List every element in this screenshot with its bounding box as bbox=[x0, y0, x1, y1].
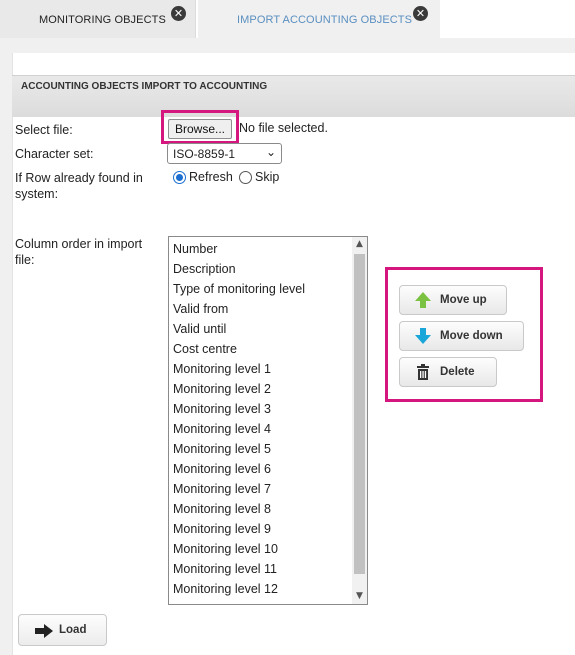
list-item[interactable]: Account 1 bbox=[173, 599, 305, 604]
move-up-button[interactable]: Move up bbox=[399, 285, 507, 315]
list-item[interactable]: Monitoring level 9 bbox=[173, 519, 305, 539]
list-item[interactable]: Number bbox=[173, 239, 305, 259]
list-item[interactable]: Monitoring level 5 bbox=[173, 439, 305, 459]
load-button[interactable]: Load bbox=[18, 614, 107, 646]
refresh-radio-label: Refresh bbox=[189, 170, 233, 184]
column-order-label-cont: file: bbox=[15, 253, 35, 267]
tab-import-accounting-objects[interactable]: IMPORT ACCOUNTING OBJECTS ✕ bbox=[198, 0, 440, 38]
arrow-right-icon bbox=[35, 624, 53, 638]
scroll-down-icon[interactable]: ▼ bbox=[352, 589, 367, 604]
close-icon[interactable]: ✕ bbox=[413, 6, 428, 21]
list-item[interactable]: Valid from bbox=[173, 299, 305, 319]
file-status: No file selected. bbox=[239, 121, 328, 135]
tab-bar: MONITORING OBJECTS ✕ IMPORT ACCOUNTING O… bbox=[0, 0, 575, 38]
column-order-label: Column order in import bbox=[15, 237, 143, 251]
list-item[interactable]: Monitoring level 4 bbox=[173, 419, 305, 439]
trash-icon bbox=[417, 364, 429, 380]
list-item[interactable]: Monitoring level 7 bbox=[173, 479, 305, 499]
list-item[interactable]: Monitoring level 8 bbox=[173, 499, 305, 519]
list-item[interactable]: Cost centre bbox=[173, 339, 305, 359]
arrow-down-icon bbox=[415, 328, 431, 344]
list-item[interactable]: Monitoring level 3 bbox=[173, 399, 305, 419]
column-list: Number Description Type of monitoring leve… bbox=[173, 239, 305, 604]
list-item[interactable]: Monitoring level 2 bbox=[173, 379, 305, 399]
skip-radio[interactable] bbox=[239, 171, 252, 184]
listbox-scrollbar[interactable]: ▲ ▼ bbox=[352, 237, 367, 604]
refresh-radio[interactable] bbox=[173, 171, 186, 184]
browse-highlight bbox=[161, 110, 239, 144]
scroll-up-icon[interactable]: ▲ bbox=[352, 237, 367, 252]
list-item[interactable]: Monitoring level 11 bbox=[173, 559, 305, 579]
delete-label: Delete bbox=[440, 366, 475, 378]
section-title: ACCOUNTING OBJECTS IMPORT TO ACCOUNTING bbox=[21, 81, 268, 92]
charset-label: Character set: bbox=[15, 147, 94, 161]
skip-radio-label: Skip bbox=[255, 170, 280, 184]
list-item[interactable]: Monitoring level 1 bbox=[173, 359, 305, 379]
arrow-up-icon bbox=[415, 292, 431, 308]
scroll-thumb[interactable] bbox=[354, 254, 365, 574]
chevron-down-icon: ⌄ bbox=[265, 145, 276, 159]
delete-button[interactable]: Delete bbox=[399, 357, 497, 387]
tab-label: MONITORING OBJECTS bbox=[39, 14, 166, 26]
list-item[interactable]: Monitoring level 12 bbox=[173, 579, 305, 599]
charset-value: ISO-8859-1 bbox=[173, 147, 236, 161]
load-label: Load bbox=[59, 624, 87, 636]
charset-select[interactable]: ISO-8859-1 ⌄ bbox=[167, 143, 282, 164]
list-item[interactable]: Description bbox=[173, 259, 305, 279]
section-header: ACCOUNTING OBJECTS IMPORT TO ACCOUNTING bbox=[12, 75, 575, 117]
close-icon[interactable]: ✕ bbox=[171, 6, 186, 21]
tab-label: IMPORT ACCOUNTING OBJECTS bbox=[237, 14, 413, 26]
list-item[interactable]: Monitoring level 6 bbox=[173, 459, 305, 479]
move-down-label: Move down bbox=[440, 330, 503, 342]
row-found-label: If Row already found in bbox=[15, 171, 143, 185]
move-down-button[interactable]: Move down bbox=[399, 321, 524, 351]
row-found-label-cont: system: bbox=[15, 187, 59, 201]
column-order-listbox[interactable]: Number Description Type of monitoring leve… bbox=[168, 236, 368, 605]
select-file-label: Select file: bbox=[15, 123, 73, 137]
list-item[interactable]: Type of monitoring level bbox=[173, 279, 305, 299]
list-item[interactable]: Valid until bbox=[173, 319, 305, 339]
list-item[interactable]: Monitoring level 10 bbox=[173, 539, 305, 559]
tab-monitoring-objects[interactable]: MONITORING OBJECTS ✕ bbox=[0, 0, 196, 38]
move-up-label: Move up bbox=[440, 294, 487, 306]
